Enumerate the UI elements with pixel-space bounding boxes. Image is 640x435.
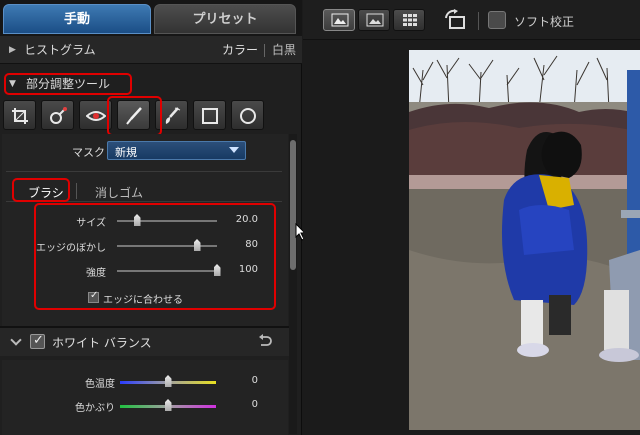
slider-knob[interactable] [164,375,172,387]
left-panel: 手動 プリセット ▶ ヒストグラム カラー 白黒 ▼ 部分調整ツール マスク 新… [0,0,302,435]
mask-label: マスク [72,146,105,159]
slider-label: 色温度 [85,379,115,390]
square-icon [202,108,218,124]
image-with-histogram-icon [331,13,349,27]
preview-toolbar: ソフト校正 [303,0,640,40]
white-balance-checkbox[interactable] [30,333,45,349]
highlight-box [34,203,276,310]
divider [478,12,479,30]
crop-icon [12,108,28,124]
scrollbar[interactable] [289,134,297,434]
soft-proof-checkbox[interactable] [488,11,506,29]
slider-tint: 色かぶり 0 [40,397,270,415]
divider [76,183,77,199]
spot-removal-icon [50,107,67,124]
divider [6,171,282,172]
tab-preset[interactable]: プリセット [154,4,296,34]
expand-triangle-icon: ▶ [9,45,16,55]
view-single-button[interactable] [323,9,355,31]
histogram-label: ヒストグラム [24,43,96,57]
dropdown-arrow-icon [229,147,239,153]
slider-knob[interactable] [164,399,172,411]
image-icon [366,13,384,27]
grid-icon [403,14,417,26]
crop-tool-button[interactable] [3,100,36,130]
slider-color-temperature: 色温度 0 [40,373,270,391]
gradient-brush-icon [165,107,181,124]
preview-area: ソフト校正 [303,0,640,435]
rotate-icon[interactable] [443,9,467,31]
white-balance-header[interactable]: ホワイト バランス [0,328,289,356]
undo-icon[interactable] [258,334,272,348]
chevron-down-icon[interactable] [10,334,22,346]
mode-tabs: 手動 プリセット [0,0,302,36]
slider-value: 0 [251,375,258,386]
circle-tool-button[interactable] [231,100,264,130]
divider [264,44,265,57]
tab-eraser[interactable]: 消しゴム [95,184,143,201]
scrollbar-thumb[interactable] [290,140,296,270]
view-grid-button[interactable] [393,9,425,31]
histogram-header[interactable]: ▶ ヒストグラム カラー 白黒 [0,36,302,64]
slider-value: 0 [251,399,258,410]
eye-icon [86,111,106,121]
slider-label: 色かぶり [75,403,115,414]
mask-select-value: 新規 [115,146,137,159]
soft-proof-label[interactable]: ソフト校正 [514,13,574,30]
highlight-box [12,178,70,202]
histogram-mono-option[interactable]: 白黒 [272,36,296,64]
tab-manual[interactable]: 手動 [3,4,151,34]
photo-preview[interactable] [409,50,640,430]
circle-icon [240,108,256,124]
spot-removal-tool-button[interactable] [41,100,74,130]
view-image-button[interactable] [358,9,390,31]
mask-select[interactable]: 新規 [107,141,246,160]
highlight-box [107,96,162,136]
rectangle-tool-button[interactable] [193,100,226,130]
highlight-box [4,73,132,95]
white-balance-label: ホワイト バランス [52,336,152,350]
histogram-color-option[interactable]: カラー [222,36,258,64]
